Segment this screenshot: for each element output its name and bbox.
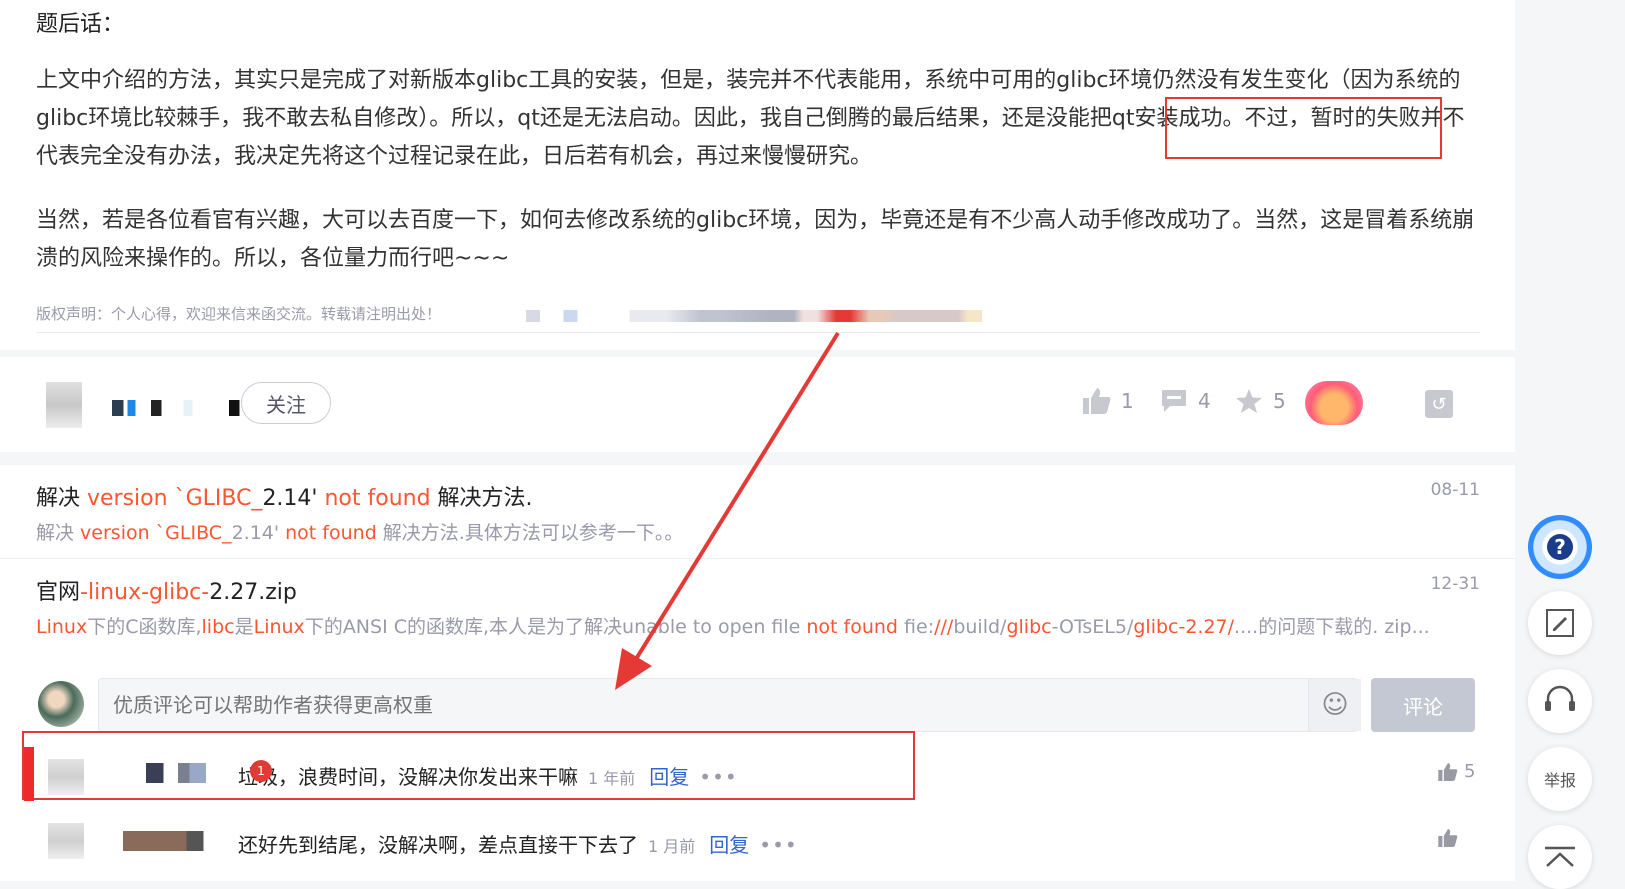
- edit-icon[interactable]: [1528, 591, 1592, 655]
- annotation-arrow: [615, 331, 840, 690]
- report-label: 举报: [1543, 771, 1576, 790]
- help-assistant-icon[interactable]: ?: [1528, 515, 1592, 579]
- back-to-top-icon[interactable]: [1528, 825, 1592, 889]
- customer-service-icon[interactable]: [1528, 669, 1592, 733]
- report-button[interactable]: 举报: [1528, 747, 1592, 811]
